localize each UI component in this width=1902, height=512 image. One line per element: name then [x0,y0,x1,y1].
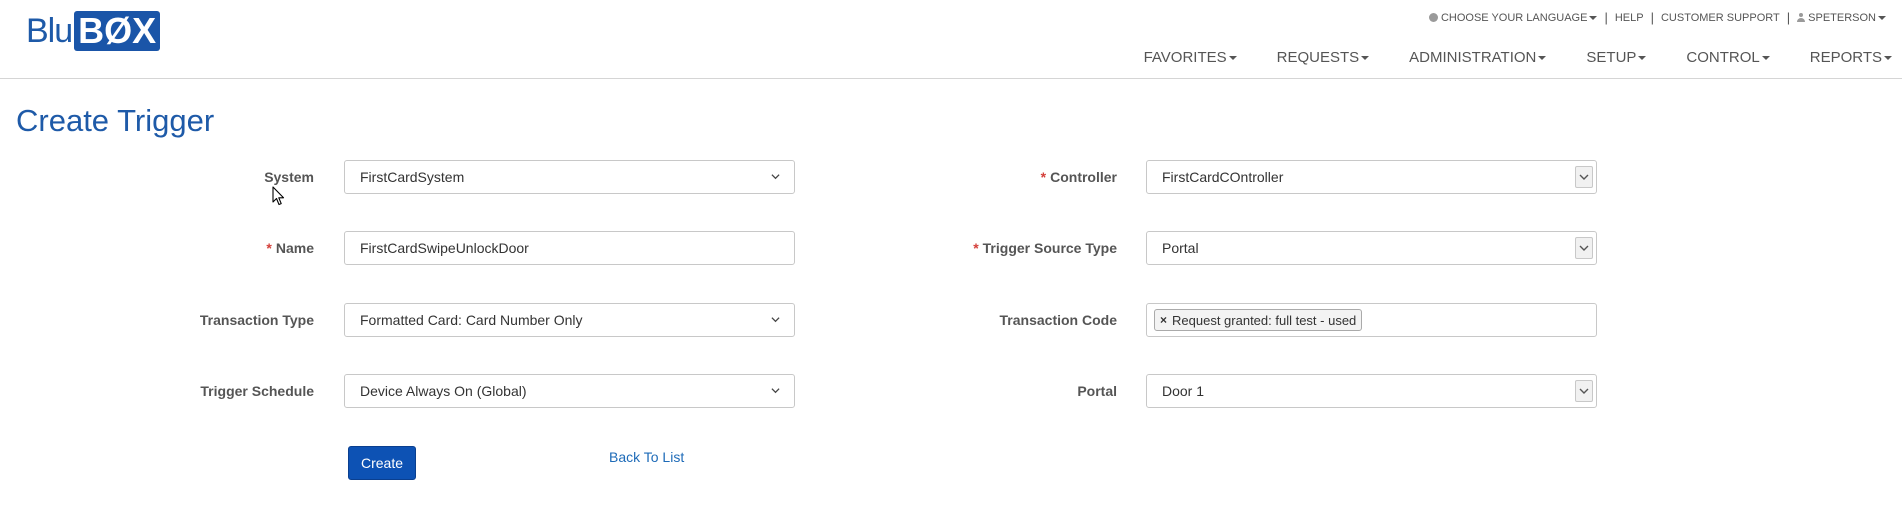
mouse-pointer-icon [272,186,285,206]
nav-administration[interactable]: ADMINISTRATION [1389,49,1566,66]
name-label: * Name [266,240,314,256]
label-text: Trigger Schedule [200,383,314,399]
logo-text-blu: Blu [26,12,73,50]
portal-label: Portal [1077,383,1117,399]
label-text: Name [275,240,314,256]
label-text: Transaction Code [999,312,1117,328]
label-text: Portal [1077,383,1117,399]
language-label: CHOOSE YOUR LANGUAGE [1440,11,1588,24]
transaction-type-select[interactable]: Formatted Card: Card Number Only [344,303,795,337]
controller-value: FirstCardCOntroller [1162,169,1284,185]
caret-down-icon [1589,15,1598,20]
trigger-source-type-label: * Trigger Source Type [973,240,1117,256]
blubox-logo[interactable]: Blu BØX [26,11,161,51]
label-text: Transaction Type [199,312,314,328]
trigger-source-type-value: Portal [1162,240,1199,256]
required-mark: * [266,240,272,256]
dropdown-button[interactable] [1575,237,1593,259]
name-input[interactable]: FirstCardSwipeUnlockDoor [344,231,795,265]
transaction-code-multiselect[interactable]: × Request granted: full test - used [1146,303,1597,337]
chevron-down-icon [771,317,780,323]
system-label: System [264,169,314,185]
controller-label: * Controller [1041,169,1117,185]
create-button[interactable]: Create [348,446,416,480]
chevron-down-icon [1579,174,1589,180]
nav-label: FAVORITES [1143,49,1227,66]
transaction-code-tag: × Request granted: full test - used [1154,309,1363,331]
separator: | [1604,10,1608,25]
portal-select[interactable]: Door 1 [1146,374,1597,408]
nav-label: SETUP [1586,49,1637,66]
caret-down-icon [1878,15,1886,20]
caret-down-icon [1638,55,1647,60]
system-select[interactable]: FirstCardSystem [344,160,795,194]
nav-requests[interactable]: REQUESTS [1257,49,1390,66]
nav-label: ADMINISTRATION [1409,49,1537,66]
required-mark: * [1040,169,1047,185]
chevron-down-icon [1579,388,1589,394]
user-menu[interactable]: SPETERSON [1797,12,1886,24]
trigger-schedule-select[interactable]: Device Always On (Global) [344,374,795,408]
trigger-schedule-label: Trigger Schedule [200,383,314,399]
trigger-source-type-select[interactable]: Portal [1146,231,1597,265]
utility-nav: CHOOSE YOUR LANGUAGE | HELP | CUSTOMER S… [1428,10,1886,25]
customer-support-link[interactable]: CUSTOMER SUPPORT [1661,12,1780,24]
back-to-list-link[interactable]: Back To List [609,449,684,465]
page-title: Create Trigger [16,103,215,138]
tag-label: Request granted: full test - used [1172,312,1357,328]
nav-favorites[interactable]: FAVORITES [1124,49,1257,66]
nav-setup[interactable]: SETUP [1566,49,1666,66]
logo-text-box: BØX [74,11,161,51]
top-header: Blu BØX CHOOSE YOUR LANGUAGE | HELP | CU… [0,0,1902,79]
label-text: Controller [1050,169,1117,185]
name-value: FirstCardSwipeUnlockDoor [360,240,529,256]
trigger-schedule-value: Device Always On (Global) [360,383,527,399]
nav-label: REPORTS [1809,49,1882,66]
chevron-down-icon [771,388,780,394]
chevron-down-icon [1579,245,1589,251]
portal-value: Door 1 [1162,383,1205,399]
transaction-code-label: Transaction Code [1000,312,1117,328]
dropdown-button[interactable] [1575,380,1593,402]
globe-icon [1428,13,1438,22]
required-mark: * [973,240,979,256]
user-name: SPETERSON [1808,11,1876,24]
user-icon [1797,13,1806,22]
caret-down-icon [1228,55,1237,60]
nav-reports[interactable]: REPORTS [1790,49,1892,66]
transaction-type-value: Formatted Card: Card Number Only [360,312,583,328]
nav-label: CONTROL [1686,49,1760,66]
label-text: System [264,169,314,185]
chevron-down-icon [771,174,780,180]
caret-down-icon [1538,55,1547,60]
dropdown-button[interactable] [1575,166,1593,188]
controller-select[interactable]: FirstCardCOntroller [1146,160,1597,194]
caret-down-icon [1361,55,1370,60]
language-selector[interactable]: CHOOSE YOUR LANGUAGE [1428,11,1598,24]
help-link[interactable]: HELP [1615,12,1644,24]
tag-remove-icon[interactable]: × [1160,313,1167,327]
caret-down-icon [1884,55,1892,60]
nav-label: REQUESTS [1276,49,1360,66]
separator: | [1650,10,1654,25]
transaction-type-label: Transaction Type [200,312,314,328]
system-value: FirstCardSystem [360,169,465,185]
caret-down-icon [1761,55,1770,60]
label-text: Trigger Source Type [982,240,1117,256]
nav-control[interactable]: CONTROL [1666,49,1789,66]
main-nav: FAVORITES REQUESTS ADMINISTRATION SETUP … [1124,49,1892,66]
separator: | [1786,10,1791,25]
